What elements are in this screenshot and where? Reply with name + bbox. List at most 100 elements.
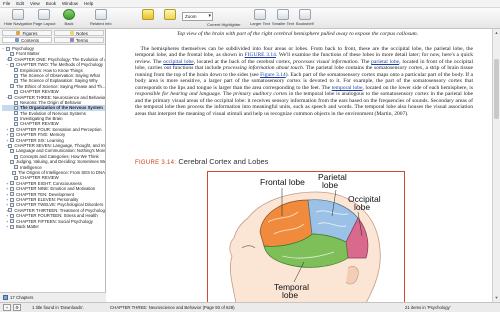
back-button[interactable]: Back xyxy=(63,9,75,26)
scroll-thumb[interactable] xyxy=(494,59,499,119)
page-icon xyxy=(10,149,14,154)
page-icon xyxy=(6,46,10,51)
page-icon xyxy=(14,89,18,94)
contents-icon xyxy=(14,38,19,42)
related-info-button[interactable]: Related Info xyxy=(90,9,112,26)
tab-figures[interactable]: Figures xyxy=(2,30,52,36)
temporal-lobe-label-2: lobe xyxy=(282,290,298,300)
scroll-up-icon[interactable]: ▲ xyxy=(494,30,499,36)
scroll-down-icon[interactable]: ▼ xyxy=(494,295,499,301)
navigation-sidebar: Figures Notes Contents Terms − Psychology… xyxy=(0,29,106,302)
page-icon xyxy=(10,186,14,191)
page-icon xyxy=(14,122,18,127)
chapters-icon xyxy=(3,295,8,300)
smaller-text-button[interactable]: Smaller Text xyxy=(272,9,294,26)
sidebar-icon xyxy=(12,9,25,20)
pencil-icon xyxy=(142,9,154,20)
items-status-text: 21 items in 'Psychology' xyxy=(405,305,451,310)
figure-link-2[interactable]: Figure 3.14 xyxy=(260,72,286,78)
related-info-icon xyxy=(94,9,107,20)
page-icon xyxy=(10,197,14,202)
page-layout-button[interactable]: Page Layout xyxy=(33,9,55,26)
page-icon xyxy=(10,213,14,218)
menu-help[interactable]: Help xyxy=(84,1,93,6)
menu-edit[interactable]: Edit xyxy=(16,1,24,6)
page-icon xyxy=(10,203,14,208)
figure-link[interactable]: FIGURE 3.14 xyxy=(245,52,276,58)
page-icon xyxy=(14,111,18,116)
bookshelf-icon xyxy=(298,9,311,20)
larger-text-button[interactable]: Larger Text xyxy=(250,9,270,26)
brain-lobes-figure: Frontal lobe Parietal lobe Occipital lob… xyxy=(207,171,405,302)
page-icon xyxy=(10,138,14,143)
page-icon xyxy=(14,176,18,181)
figure-caption: Top view of the brain with part of the r… xyxy=(176,31,419,37)
page-icon xyxy=(10,127,14,132)
page-icon xyxy=(10,62,14,67)
menu-bar: File Edit View Book Window Help xyxy=(0,0,500,8)
reader-scrollbar[interactable]: ▲ ▼ xyxy=(492,29,500,302)
larger-text-icon xyxy=(253,9,266,20)
page-icon xyxy=(8,57,13,62)
menu-window[interactable]: Window xyxy=(62,1,78,6)
pencil-button[interactable] xyxy=(142,9,154,20)
tree-item-label: Back Matter xyxy=(16,223,39,229)
page-icon xyxy=(8,95,13,100)
bookshelf-button[interactable]: Bookshelf xyxy=(296,9,314,26)
body-paragraph: The hemispheres themselves can be subdiv… xyxy=(135,46,474,117)
page-icon xyxy=(8,208,13,213)
page-icon xyxy=(10,132,14,137)
occipital-lobe-link[interactable]: occipital lobe xyxy=(163,59,193,65)
toolbar: Hide Navigation Page Layout Back Related… xyxy=(0,8,500,29)
brain-illustration: Frontal lobe Parietal lobe Occipital lob… xyxy=(229,172,381,302)
sidebar-footer: 17 Chapters xyxy=(0,292,106,302)
terms-icon xyxy=(69,38,74,42)
highlighter-button[interactable] xyxy=(164,9,176,20)
page-layout-icon xyxy=(38,9,51,20)
page-icon xyxy=(14,116,18,121)
occipital-lobe-label-2: lobe xyxy=(354,202,370,212)
hide-navigation-button[interactable]: Hide Navigation xyxy=(4,9,32,26)
page-icon xyxy=(10,219,14,224)
tab-notes[interactable]: Notes xyxy=(54,30,104,36)
page-icon xyxy=(10,52,14,57)
reading-pane: Top view of the brain with part of the r… xyxy=(107,29,492,302)
parietal-lobe-label-2: lobe xyxy=(322,180,338,190)
page-icon xyxy=(14,68,18,73)
current-highlighter-label: Current Highlighter xyxy=(207,22,241,27)
menu-view[interactable]: View xyxy=(30,1,40,6)
zoom-select[interactable]: Zoom xyxy=(182,12,213,21)
tab-contents[interactable]: Contents xyxy=(2,37,52,43)
page-icon xyxy=(10,192,14,197)
status-bar: + ⚙ 1 title found in 'Downloads'. CHAPTE… xyxy=(0,302,500,312)
page-icon xyxy=(8,143,13,148)
page-icon xyxy=(11,170,16,175)
page-icon xyxy=(10,181,14,186)
contents-tree: − Psychology Front Matter + CHAPTER ONE: Psy… xyxy=(0,45,105,229)
sidebar-tabs: Figures Notes Contents Terms xyxy=(0,29,105,45)
page-icon xyxy=(14,154,18,159)
options-button[interactable]: ⚙ xyxy=(13,304,21,311)
page-icon xyxy=(10,159,14,164)
tree-item[interactable]: Judging, Valuing, and Deciding: Sometime… xyxy=(2,159,105,164)
back-arrow-icon xyxy=(63,9,75,20)
page-icon xyxy=(14,105,18,110)
figures-icon xyxy=(16,31,21,35)
page-icon xyxy=(14,73,18,78)
frontal-lobe-label: Frontal lobe xyxy=(260,177,305,187)
page-icon xyxy=(10,84,14,89)
temporal-lobe-link[interactable]: temporal lobe xyxy=(332,85,363,91)
page-icon xyxy=(10,224,14,229)
page-icon xyxy=(14,79,18,84)
menu-file[interactable]: File xyxy=(3,1,10,6)
menu-book[interactable]: Book xyxy=(46,1,56,6)
page-icon xyxy=(14,100,18,105)
tab-terms[interactable]: Terms xyxy=(54,37,104,43)
smaller-text-icon xyxy=(276,9,289,20)
parietal-lobe-link[interactable]: parietal lobe xyxy=(371,59,399,65)
search-status-text: 1 title found in 'Downloads'. xyxy=(32,305,85,310)
tree-item[interactable]: + Back Matter xyxy=(2,224,105,229)
figure-title: FIGURE 3.14: Cerebral Cortex and Lobes xyxy=(135,157,269,166)
page-icon xyxy=(14,165,18,170)
add-button[interactable]: + xyxy=(3,304,11,311)
